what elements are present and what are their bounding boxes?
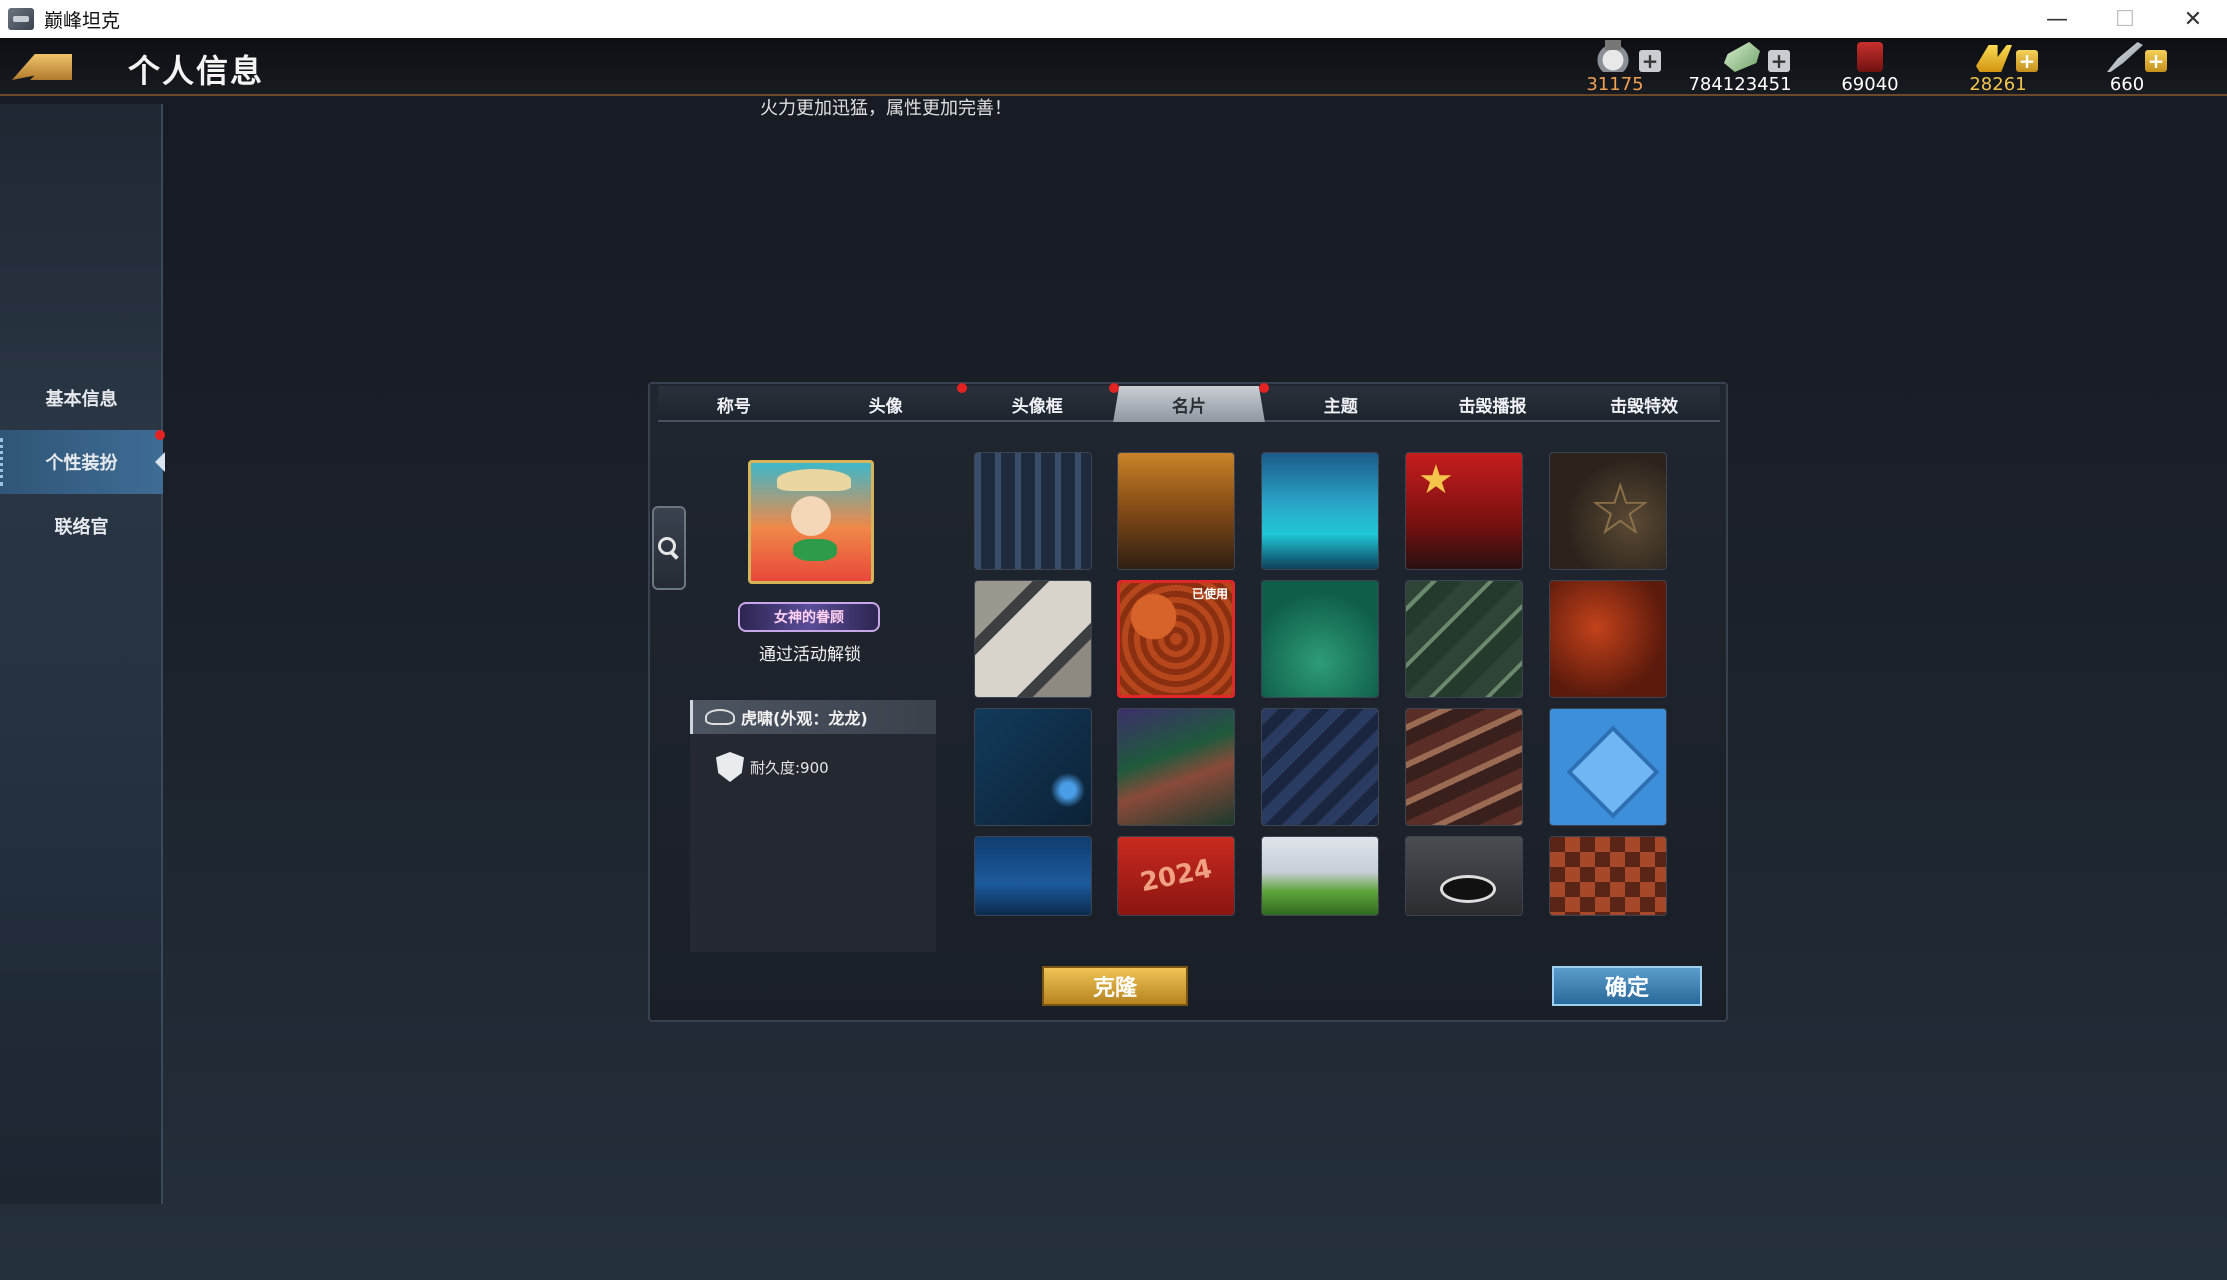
maximize-button[interactable]: ☐ bbox=[2091, 0, 2159, 38]
tab-label: 主题 bbox=[1323, 396, 1358, 417]
tab-bar: 称号 头像 头像框 名片 主题 击毁播报 击毁特效 bbox=[658, 383, 1720, 422]
tab-namecard[interactable]: 名片 bbox=[1113, 386, 1265, 422]
sidebar-item-label: 个性装扮 bbox=[45, 453, 118, 474]
tab-kill-effect[interactable]: 击毁特效 bbox=[1568, 386, 1720, 422]
namecard-item[interactable] bbox=[1549, 452, 1667, 570]
medal-value: 31175 bbox=[1586, 74, 1644, 95]
rocket-icon bbox=[2107, 42, 2143, 72]
tab-theme[interactable]: 主题 bbox=[1258, 383, 1417, 422]
namecard-item[interactable] bbox=[974, 836, 1092, 916]
notice-text: 火力更加迅猛，属性更加完善！ bbox=[760, 98, 1012, 119]
tab-label: 击毁特效 bbox=[1610, 396, 1679, 417]
tab-label: 名片 bbox=[1172, 396, 1207, 417]
currency-rocket: + 660 bbox=[2057, 38, 2197, 96]
sidebar-item-liaison[interactable]: 联络官 bbox=[0, 494, 163, 558]
avatar-preview bbox=[748, 460, 874, 584]
window-title: 巅峰坦克 bbox=[44, 9, 121, 32]
tab-kill-broadcast[interactable]: 击毁播报 bbox=[1417, 386, 1569, 422]
tab-label: 头像框 bbox=[1011, 396, 1063, 417]
notification-dot bbox=[155, 430, 165, 440]
notification-dot bbox=[1258, 383, 1269, 393]
used-label: 已使用 bbox=[1191, 587, 1228, 601]
search-icon bbox=[658, 537, 680, 559]
namecard-item[interactable] bbox=[1549, 708, 1667, 826]
tab-avatar[interactable]: 头像 bbox=[810, 383, 968, 422]
sidebar-item-customization[interactable]: 个性装扮 bbox=[0, 430, 165, 494]
fuel-icon bbox=[1857, 42, 1883, 72]
item-name: 虎啸(外观：龙龙) bbox=[741, 709, 868, 728]
preview-search-button[interactable] bbox=[652, 506, 686, 590]
tab-label: 称号 bbox=[716, 396, 751, 417]
sidebar: 基本信息 个性装扮 联络官 bbox=[0, 104, 165, 1204]
tab-label: 头像 bbox=[868, 396, 903, 417]
sidebar-item-label: 联络官 bbox=[54, 517, 109, 538]
card-2024-text: 2024 bbox=[1137, 853, 1215, 899]
item-info-box: 虎啸(外观：龙龙) 耐久度:900 bbox=[690, 700, 936, 952]
namecard-item[interactable] bbox=[974, 580, 1092, 698]
sidebar-item-basic-info[interactable]: 基本信息 bbox=[0, 366, 163, 430]
namecard-item[interactable] bbox=[974, 708, 1092, 826]
cash-value: 784123451 bbox=[1688, 74, 1792, 95]
sidebar-item-label: 基本信息 bbox=[45, 389, 118, 410]
namecard-item[interactable] bbox=[1117, 452, 1235, 570]
namecard-item[interactable] bbox=[1549, 836, 1667, 916]
currency-medal: + 31175 bbox=[1545, 38, 1685, 96]
frame-badge: 女神的眷顾 bbox=[738, 602, 880, 632]
currency-fuel: 69040 bbox=[1800, 38, 1940, 96]
unlock-hint: 通过活动解锁 bbox=[759, 645, 861, 665]
customization-panel: 称号 头像 头像框 名片 主题 击毁播报 击毁特效 女神的眷顾 通过活动解锁 虎… bbox=[648, 382, 1728, 1022]
tab-avatar-frame[interactable]: 头像框 bbox=[961, 383, 1120, 422]
shield-icon bbox=[716, 752, 744, 782]
notification-dot bbox=[1109, 383, 1120, 393]
durability-row: 耐久度:900 bbox=[716, 752, 829, 782]
namecard-item[interactable] bbox=[1405, 836, 1523, 916]
namecard-item[interactable] bbox=[1405, 708, 1523, 826]
add-rocket-button[interactable]: + bbox=[2145, 50, 2167, 72]
namecard-item[interactable] bbox=[974, 452, 1092, 570]
durability-text: 耐久度:900 bbox=[750, 758, 829, 777]
namecard-item[interactable] bbox=[1261, 452, 1379, 570]
currency-cash: + 784123451 bbox=[1670, 38, 1810, 96]
clone-button[interactable]: 克隆 bbox=[1042, 966, 1188, 1006]
window-controls: — ☐ ✕ bbox=[2023, 0, 2227, 38]
fuel-value: 69040 bbox=[1841, 74, 1899, 95]
game-header: 个人信息 + 31175 + 784123451 69040 + 28261 +… bbox=[0, 38, 2227, 96]
namecard-item[interactable] bbox=[1261, 580, 1379, 698]
namecard-item[interactable] bbox=[1117, 708, 1235, 826]
back-arrow-icon bbox=[12, 54, 72, 80]
back-button[interactable] bbox=[8, 46, 74, 86]
tab-title[interactable]: 称号 bbox=[658, 386, 810, 422]
namecard-item[interactable] bbox=[1405, 452, 1523, 570]
add-gold-button[interactable]: + bbox=[2016, 50, 2038, 72]
rocket-value: 660 bbox=[2109, 74, 2145, 95]
minimize-button[interactable]: — bbox=[2023, 0, 2091, 38]
namecard-grid: 已使用 2024 bbox=[974, 452, 1674, 918]
namecard-item[interactable] bbox=[1261, 836, 1379, 916]
add-cash-button[interactable]: + bbox=[1768, 50, 1790, 72]
page-title: 个人信息 bbox=[128, 52, 265, 90]
add-medal-button[interactable]: + bbox=[1639, 50, 1661, 72]
window-titlebar: 巅峰坦克 — ☐ ✕ bbox=[0, 0, 2227, 38]
namecard-item[interactable]: 2024 bbox=[1117, 836, 1235, 916]
item-name-header: 虎啸(外观：龙龙) bbox=[690, 700, 936, 734]
namecard-item[interactable] bbox=[1261, 708, 1379, 826]
medal-icon bbox=[1595, 40, 1631, 72]
tank-icon bbox=[705, 709, 735, 725]
confirm-button[interactable]: 确定 bbox=[1552, 966, 1702, 1006]
tab-label: 击毁播报 bbox=[1458, 396, 1527, 417]
namecard-item[interactable] bbox=[1405, 580, 1523, 698]
currency-gold: + 28261 bbox=[1928, 38, 2068, 96]
namecard-item-selected[interactable]: 已使用 bbox=[1117, 580, 1235, 698]
close-button[interactable]: ✕ bbox=[2159, 0, 2227, 38]
cash-icon bbox=[1724, 42, 1760, 72]
app-icon bbox=[8, 8, 34, 30]
namecard-item[interactable] bbox=[1549, 580, 1667, 698]
gold-icon bbox=[1976, 45, 2012, 72]
gold-value: 28261 bbox=[1969, 74, 2027, 95]
